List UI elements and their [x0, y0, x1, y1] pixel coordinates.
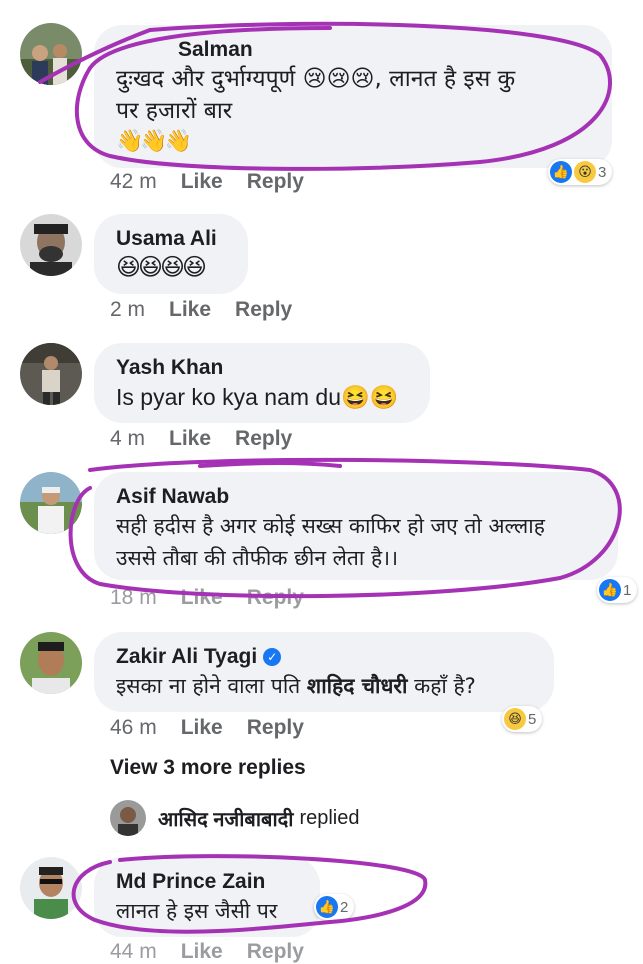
comment-actions: 4 m Like Reply — [110, 427, 316, 451]
like-icon: 👍 — [316, 896, 338, 918]
reaction-count: 5 — [528, 710, 537, 728]
timestamp[interactable]: 42 m — [110, 170, 157, 194]
haha-icon: 😆 — [504, 708, 526, 730]
comment-actions: 44 m Like Reply — [110, 940, 328, 964]
reply-button[interactable]: Reply — [247, 940, 304, 964]
reply-button[interactable]: Reply — [247, 170, 304, 194]
like-button[interactable]: Like — [169, 427, 211, 451]
reply-button[interactable]: Reply — [247, 586, 304, 610]
comment-actions: 2 m Like Reply — [110, 298, 316, 322]
avatar[interactable] — [20, 214, 82, 276]
reaction-summary[interactable]: 😆 5 — [502, 706, 543, 732]
reply-button[interactable]: Reply — [247, 716, 304, 740]
comment-text: सही हदीस है अगर कोई सख्स काफिर हो जए तो … — [116, 514, 545, 538]
like-button[interactable]: Like — [181, 716, 223, 740]
comment-text-pre: इसका ना होने वाला पति — [116, 674, 307, 698]
comment-bubble: Usama Ali 😆😆😆😆 — [94, 214, 248, 294]
comment-text-post: कहाँ है? — [407, 674, 476, 698]
reaction-summary[interactable]: 👍 1 — [597, 577, 638, 603]
timestamp[interactable]: 4 m — [110, 427, 145, 451]
reply-button[interactable]: Reply — [235, 298, 292, 322]
comment-actions: 46 m Like Reply — [110, 716, 328, 740]
avatar[interactable] — [20, 23, 82, 85]
view-more-replies[interactable]: View 3 more replies — [110, 756, 306, 780]
comment-text-line2: पर हजारों बार — [116, 98, 233, 124]
avatar[interactable] — [20, 632, 82, 694]
verified-badge-icon: ✓ — [263, 648, 282, 667]
replied-preview[interactable]: आसिद नजीबाबादी replied — [110, 800, 359, 836]
avatar — [110, 800, 146, 836]
reaction-count: 1 — [623, 581, 632, 599]
commenter-name[interactable]: Usama Ali — [116, 226, 226, 252]
like-button[interactable]: Like — [169, 298, 211, 322]
avatar[interactable] — [20, 343, 82, 405]
replied-label: replied — [299, 806, 360, 829]
like-button[interactable]: Like — [181, 586, 223, 610]
like-icon: 👍 — [599, 579, 621, 601]
timestamp[interactable]: 44 m — [110, 940, 157, 964]
comment-text: Is pyar ko kya nam du😆😆 — [116, 384, 399, 410]
comment-text-line2: उससे तौबा की तौफीक छीन लेता है।। — [116, 546, 399, 570]
comment-bubble: Zakir Ali Tyagi ✓ इसका ना होने वाला पति श… — [94, 632, 554, 712]
avatar[interactable] — [20, 857, 82, 919]
wow-icon: 😮 — [574, 161, 596, 183]
avatar[interactable] — [20, 472, 82, 534]
annotation-stroke-2 — [198, 461, 342, 468]
comment-bubble: Salman दुःखद और दुर्भाग्यपूर्ण 😢😢😢, लानत… — [94, 25, 612, 168]
comment-text: दुःखद और दुर्भाग्यपूर्ण 😢😢😢, लानत है इस … — [116, 66, 516, 92]
commenter-name[interactable]: Yash Khan — [116, 355, 408, 381]
reaction-count: 3 — [598, 163, 607, 181]
comment-bubble: Yash Khan Is pyar ko kya nam du😆😆 — [94, 343, 430, 423]
comment-actions: 42 m Like Reply — [110, 170, 328, 194]
comment-emoji: 👋👋👋 — [116, 128, 192, 153]
commenter-name[interactable]: Asif Nawab — [116, 484, 596, 510]
timestamp[interactable]: 46 m — [110, 716, 157, 740]
like-button[interactable]: Like — [181, 170, 223, 194]
reaction-summary[interactable]: 👍 😮 3 — [548, 159, 613, 185]
comment-text: इसका ना होने वाला पति शाहिद चौधरी कहाँ ह… — [116, 670, 532, 702]
replier-name: आसिद नजीबाबादी — [158, 808, 294, 831]
timestamp[interactable]: 18 m — [110, 586, 157, 610]
commenter-name[interactable]: Salman — [116, 37, 590, 63]
commenter-name-text[interactable]: Zakir Ali Tyagi — [116, 645, 257, 668]
comment-bubble: Md Prince Zain लानत हे इस जैसी पर — [94, 857, 320, 937]
reply-button[interactable]: Reply — [235, 427, 292, 451]
timestamp[interactable]: 2 m — [110, 298, 145, 322]
comment-text: 😆😆😆😆 — [116, 254, 207, 281]
reaction-count: 2 — [340, 898, 349, 916]
mentioned-name[interactable]: शाहिद चौधरी — [307, 674, 408, 698]
like-button[interactable]: Like — [181, 940, 223, 964]
reaction-summary[interactable]: 👍 2 — [314, 894, 355, 920]
commenter-name[interactable]: Md Prince Zain — [116, 869, 298, 895]
comment-bubble: Asif Nawab सही हदीस है अगर कोई सख्स काफि… — [94, 472, 618, 580]
like-icon: 👍 — [550, 161, 572, 183]
comment-text: लानत हे इस जैसी पर — [116, 899, 278, 923]
commenter-name[interactable]: Zakir Ali Tyagi ✓ — [116, 644, 532, 670]
comment-actions: 18 m Like Reply — [110, 586, 328, 610]
